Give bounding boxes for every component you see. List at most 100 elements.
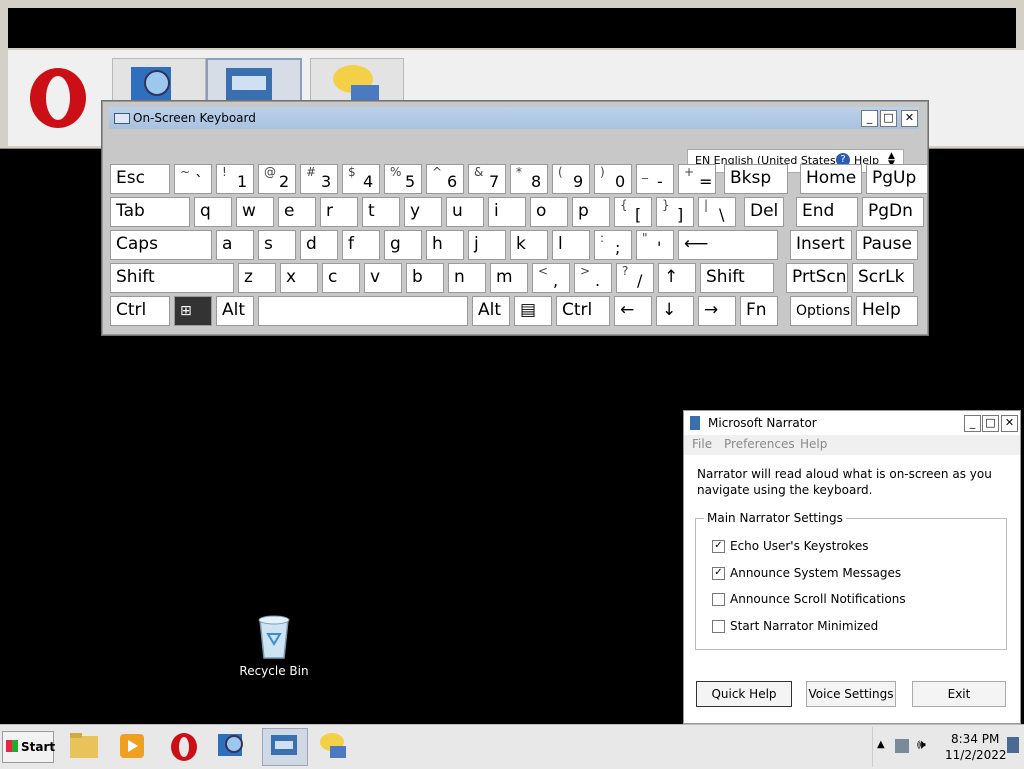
key-1-3[interactable]: e xyxy=(278,197,316,227)
key-3-8[interactable]: <, xyxy=(532,263,570,293)
key-2-5[interactable]: g xyxy=(384,230,422,260)
quick-help-button[interactable]: Quick Help xyxy=(696,681,792,707)
key-0-8[interactable]: & 7 xyxy=(468,164,506,194)
taskbar-narrator[interactable] xyxy=(314,728,354,766)
option-checkbox[interactable]: ✓ xyxy=(712,567,725,580)
key-3-3[interactable]: c xyxy=(322,263,360,293)
key-1-12[interactable]: }] xyxy=(656,197,694,227)
key-0-12[interactable]: _ - xyxy=(636,164,674,194)
key-0-1[interactable]: ~ ` xyxy=(174,164,212,194)
show-hidden-icons-chevron-icon[interactable]: ▲ xyxy=(877,739,885,750)
key-0-10[interactable]: (9 xyxy=(552,164,590,194)
narrator-minimize-button[interactable]: _ xyxy=(964,415,981,432)
key-3-12[interactable]: Shift xyxy=(700,263,774,293)
network-icon[interactable] xyxy=(895,739,909,753)
key-1-1[interactable]: q xyxy=(194,197,232,227)
taskbar-media-player[interactable] xyxy=(114,728,154,766)
key-1-9[interactable]: o xyxy=(530,197,568,227)
key-1-8[interactable]: i xyxy=(488,197,526,227)
key-0-6[interactable]: % 5 xyxy=(384,164,422,194)
key-4-6[interactable]: Ctrl xyxy=(556,296,610,326)
key-1-11[interactable]: {[ xyxy=(614,197,652,227)
key-0-2[interactable]: ! 1 xyxy=(216,164,254,194)
switch-osk-tile[interactable] xyxy=(206,58,302,106)
menu-file[interactable]: File xyxy=(692,437,712,451)
switch-magnifier-tile[interactable] xyxy=(112,58,206,104)
key-4-7[interactable]: ← xyxy=(614,296,652,326)
key-3-7[interactable]: m xyxy=(490,263,528,293)
key-2-0[interactable]: Caps xyxy=(110,230,212,260)
key-2-12[interactable]: ⟵ xyxy=(678,230,778,260)
narrator-title-bar[interactable]: Microsoft Narrator _ □ ✕ xyxy=(684,411,1020,435)
volume-icon[interactable]: 🕪 xyxy=(917,737,926,753)
key-3-9[interactable]: >. xyxy=(574,263,612,293)
exit-button[interactable]: Exit xyxy=(912,681,1006,707)
option-checkbox[interactable] xyxy=(712,593,725,606)
key-2-8[interactable]: k xyxy=(510,230,548,260)
key-1-2[interactable]: w xyxy=(236,197,274,227)
taskbar-explorer[interactable] xyxy=(66,728,106,766)
key-4-4[interactable]: Alt xyxy=(472,296,510,326)
key-4-9[interactable]: → xyxy=(698,296,736,326)
key-1-5[interactable]: t xyxy=(362,197,400,227)
key-4-3[interactable] xyxy=(258,296,468,326)
key-4-11[interactable]: Options xyxy=(790,296,852,326)
key-1-14[interactable]: Del xyxy=(744,197,784,227)
voice-settings-button[interactable]: Voice Settings xyxy=(806,681,896,707)
key-2-9[interactable]: l xyxy=(552,230,590,260)
key-3-0[interactable]: Shift xyxy=(110,263,234,293)
key-0-16[interactable]: PgUp xyxy=(866,164,928,194)
key-1-16[interactable]: PgDn xyxy=(862,197,924,227)
key-2-4[interactable]: f xyxy=(342,230,380,260)
key-4-12[interactable]: Help xyxy=(856,296,918,326)
key-0-11[interactable]: ) 0 xyxy=(594,164,632,194)
switch-narrator-tile[interactable] xyxy=(310,58,404,104)
switch-opera-tile[interactable] xyxy=(16,58,106,128)
key-0-14[interactable]: Bksp xyxy=(724,164,788,194)
key-3-10[interactable]: ? / xyxy=(616,263,654,293)
key-1-6[interactable]: y xyxy=(404,197,442,227)
key-3-5[interactable]: b xyxy=(406,263,444,293)
key-2-11[interactable]: " ' xyxy=(636,230,674,260)
key-2-3[interactable]: d xyxy=(300,230,338,260)
key-2-13[interactable]: Insert xyxy=(790,230,852,260)
key-1-7[interactable]: u xyxy=(446,197,484,227)
key-2-2[interactable]: s xyxy=(258,230,296,260)
key-1-13[interactable]: | \ xyxy=(698,197,736,227)
taskbar-opera[interactable] xyxy=(164,728,204,766)
key-4-5[interactable]: ▤ xyxy=(514,296,552,326)
key-1-10[interactable]: p xyxy=(572,197,610,227)
key-2-7[interactable]: j xyxy=(468,230,506,260)
option-checkbox[interactable]: ✓ xyxy=(712,540,725,553)
maximize-button[interactable]: □ xyxy=(880,110,897,127)
clock-time[interactable]: 8:34 PM xyxy=(951,732,999,746)
key-0-4[interactable]: #3 xyxy=(300,164,338,194)
recycle-bin-shortcut[interactable]: Recycle Bin xyxy=(238,612,310,682)
key-4-1[interactable]: ⊞ xyxy=(174,296,212,326)
taskbar-osk[interactable] xyxy=(262,728,308,766)
taskbar-magnifier[interactable] xyxy=(214,728,254,766)
minimize-button[interactable]: _ xyxy=(861,110,878,127)
key-1-15[interactable]: End xyxy=(796,197,858,227)
key-3-1[interactable]: z xyxy=(238,263,276,293)
key-3-11[interactable]: ↑ xyxy=(658,263,696,293)
key-0-9[interactable]: * 8 xyxy=(510,164,548,194)
key-3-2[interactable]: x xyxy=(280,263,318,293)
key-1-0[interactable]: Tab xyxy=(110,197,190,227)
key-2-14[interactable]: Pause xyxy=(856,230,918,260)
key-3-6[interactable]: n xyxy=(448,263,486,293)
menu-preferences[interactable]: Preferences xyxy=(724,437,795,451)
key-2-1[interactable]: a xyxy=(216,230,254,260)
key-3-14[interactable]: ScrLk xyxy=(852,263,914,293)
key-4-8[interactable]: ↓ xyxy=(656,296,694,326)
key-2-6[interactable]: h xyxy=(426,230,464,260)
key-4-2[interactable]: Alt xyxy=(216,296,254,326)
option-checkbox[interactable] xyxy=(712,620,725,633)
key-0-13[interactable]: + = xyxy=(678,164,716,194)
key-3-13[interactable]: PrtScn xyxy=(786,263,848,293)
start-button[interactable]: Start xyxy=(2,731,55,763)
key-0-15[interactable]: Home xyxy=(800,164,862,194)
key-3-4[interactable]: v xyxy=(364,263,402,293)
menu-help[interactable]: Help xyxy=(800,437,827,451)
key-0-7[interactable]: ^ 6 xyxy=(426,164,464,194)
